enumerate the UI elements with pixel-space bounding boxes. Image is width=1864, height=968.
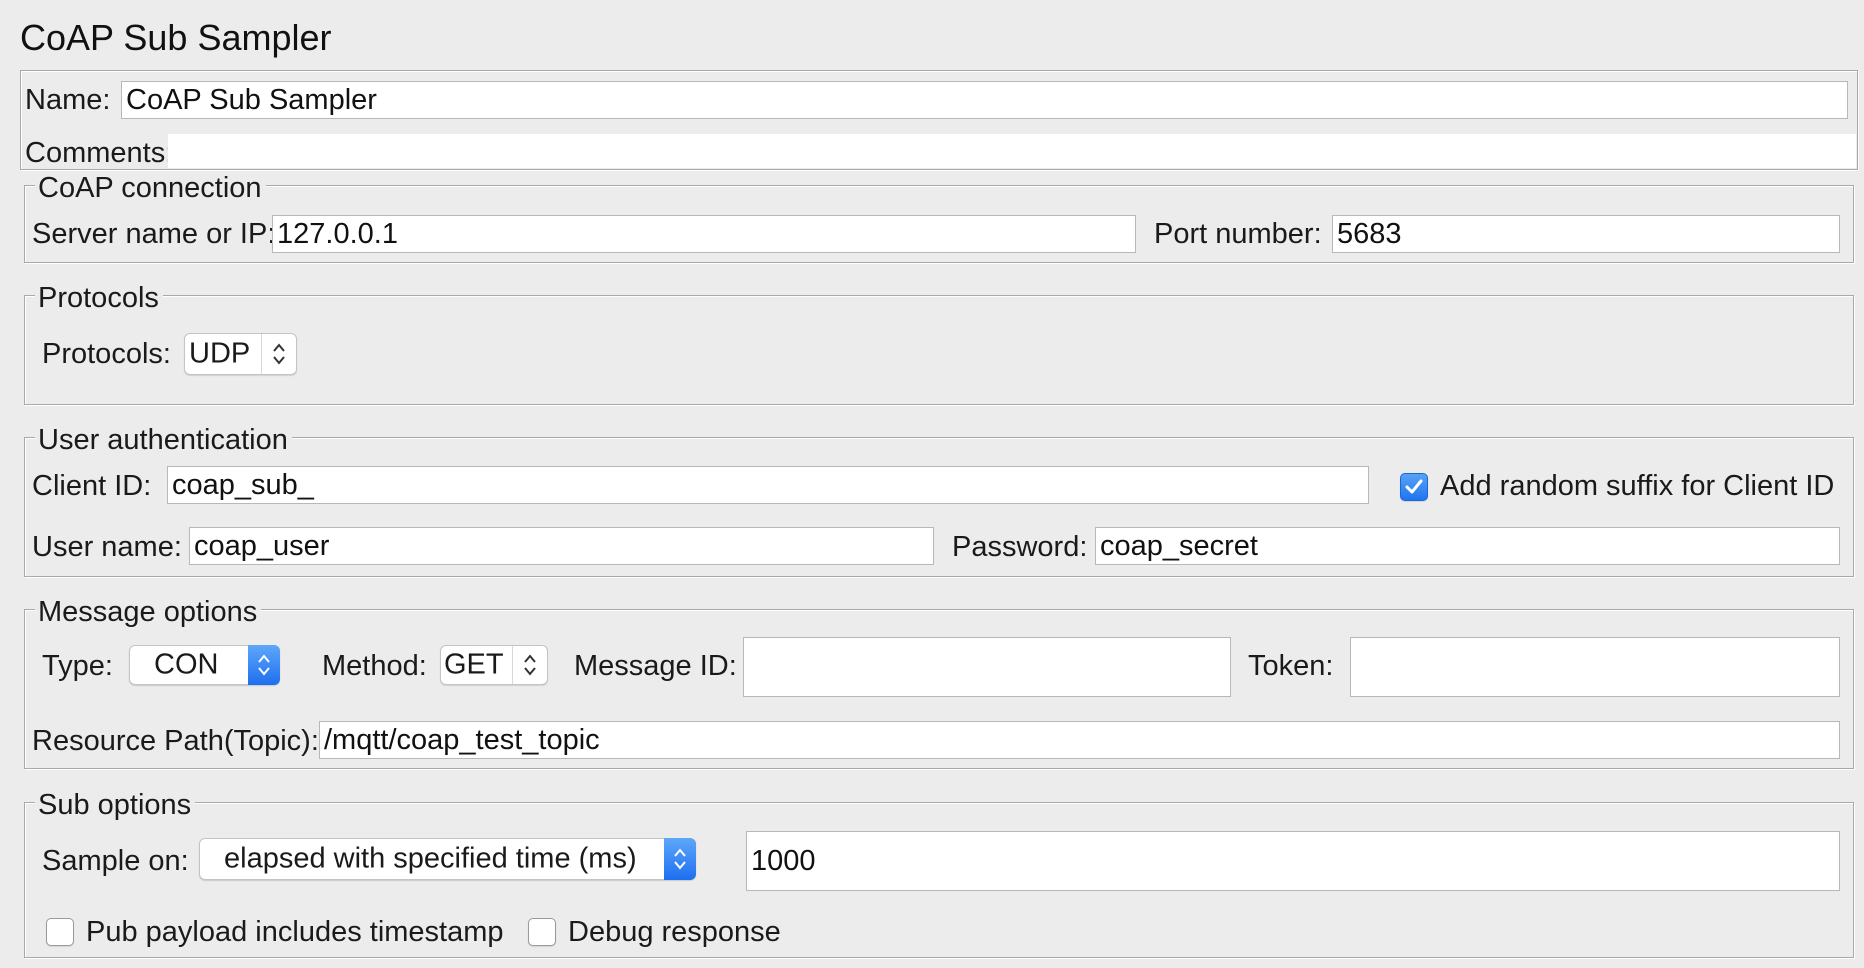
- protocols-spinner[interactable]: UDP: [184, 333, 297, 375]
- resource-path-field[interactable]: [319, 721, 1840, 759]
- method-spinner[interactable]: GET: [440, 645, 548, 685]
- port-field[interactable]: [1332, 215, 1840, 253]
- random-suffix-checkbox[interactable]: [1400, 473, 1428, 501]
- server-label: Server name or IP:: [32, 218, 276, 250]
- page-title: CoAP Sub Sampler: [20, 17, 332, 58]
- username-field[interactable]: [189, 527, 934, 565]
- token-label: Token:: [1248, 650, 1334, 682]
- up-down-arrows-icon[interactable]: [261, 334, 296, 374]
- type-combo[interactable]: CON: [129, 645, 280, 685]
- sample-on-value: elapsed with specified time (ms): [224, 842, 637, 875]
- password-field[interactable]: [1095, 527, 1840, 565]
- sample-time-field[interactable]: [746, 831, 1840, 891]
- client-id-label: Client ID:: [32, 470, 152, 502]
- password-label: Password:: [952, 531, 1088, 563]
- token-field[interactable]: [1350, 637, 1840, 697]
- protocols-group: [24, 295, 1854, 405]
- protocols-legend: Protocols: [35, 284, 163, 313]
- port-label: Port number:: [1154, 218, 1322, 250]
- server-field[interactable]: [272, 215, 1136, 253]
- method-value: GET: [444, 648, 504, 681]
- message-options-legend: Message options: [35, 598, 262, 627]
- debug-response-label[interactable]: Debug response: [568, 918, 781, 947]
- debug-response-checkbox[interactable]: [528, 918, 556, 946]
- name-field[interactable]: [121, 81, 1848, 119]
- timestamp-label[interactable]: Pub payload includes timestamp: [86, 918, 504, 947]
- random-suffix-label[interactable]: Add random suffix for Client ID: [1440, 472, 1834, 501]
- client-id-field[interactable]: [167, 466, 1369, 504]
- sample-on-combo[interactable]: elapsed with specified time (ms): [199, 838, 696, 880]
- type-value: CON: [154, 648, 219, 681]
- timestamp-checkbox[interactable]: [46, 918, 74, 946]
- user-auth-legend: User authentication: [35, 426, 292, 455]
- up-down-arrows-icon[interactable]: [512, 646, 547, 684]
- comments-field[interactable]: [168, 134, 1856, 168]
- checkmark-icon: [1405, 479, 1423, 494]
- protocols-label: Protocols:: [42, 338, 171, 370]
- sample-on-label: Sample on:: [42, 845, 189, 877]
- protocols-value: UDP: [189, 337, 251, 370]
- sub-options-legend: Sub options: [35, 791, 196, 820]
- method-label: Method:: [322, 650, 427, 682]
- comments-label: Comments:: [25, 137, 174, 169]
- username-label: User name:: [32, 531, 182, 563]
- dropdown-arrows-icon[interactable]: [248, 645, 280, 685]
- message-id-field[interactable]: [743, 637, 1231, 697]
- coap-connection-legend: CoAP connection: [35, 174, 266, 203]
- dropdown-arrows-icon[interactable]: [664, 838, 696, 880]
- type-label: Type:: [42, 650, 113, 682]
- name-label: Name:: [25, 84, 111, 116]
- message-id-label: Message ID:: [574, 650, 737, 682]
- resource-path-label: Resource Path(Topic):: [32, 725, 319, 757]
